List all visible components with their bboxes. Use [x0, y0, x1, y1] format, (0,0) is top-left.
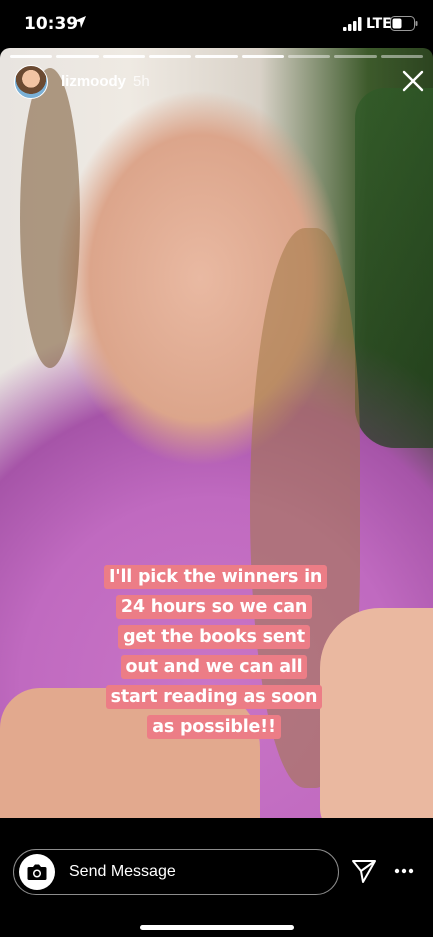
story-progress-segment	[195, 55, 238, 58]
status-time: 10:39	[24, 14, 79, 34]
background-plant	[355, 88, 433, 448]
close-icon[interactable]	[400, 68, 426, 94]
story-caption: I'll pick the winners in 24 hours so we …	[104, 562, 328, 742]
hair-shape-left	[20, 68, 80, 368]
status-bar: 10:39 LTE	[0, 0, 433, 48]
camera-icon	[27, 864, 47, 880]
send-message-input[interactable]: Send Message	[13, 849, 339, 895]
story-caption-text: I'll pick the winners in 24 hours so we …	[104, 565, 328, 739]
story-progress-segment	[334, 55, 377, 58]
story-progress-segment	[287, 55, 331, 58]
more-options-icon[interactable]	[394, 868, 414, 874]
send-paper-plane-icon[interactable]	[351, 858, 377, 884]
network-type: LTE	[366, 16, 392, 32]
signal-bars-icon	[343, 17, 362, 31]
story-progress-bar	[10, 55, 423, 58]
story-progress-segment	[241, 55, 284, 58]
story-username[interactable]: lizmoody	[61, 73, 126, 90]
story-progress-segment	[148, 55, 192, 58]
story-progress-segment	[10, 55, 53, 58]
arm-shape-right	[320, 608, 433, 818]
send-message-placeholder: Send Message	[69, 863, 176, 880]
story-progress-segment	[380, 55, 423, 58]
home-indicator	[140, 925, 294, 930]
camera-button[interactable]	[19, 854, 55, 890]
avatar[interactable]	[14, 65, 48, 99]
battery-icon	[390, 16, 418, 31]
location-arrow-icon	[74, 16, 86, 28]
story-frame[interactable]: lizmoody 5h I'll pick the winners in 24 …	[0, 48, 433, 818]
story-time-ago: 5h	[133, 73, 150, 90]
story-progress-segment	[102, 55, 145, 58]
story-progress-segment	[56, 55, 99, 58]
